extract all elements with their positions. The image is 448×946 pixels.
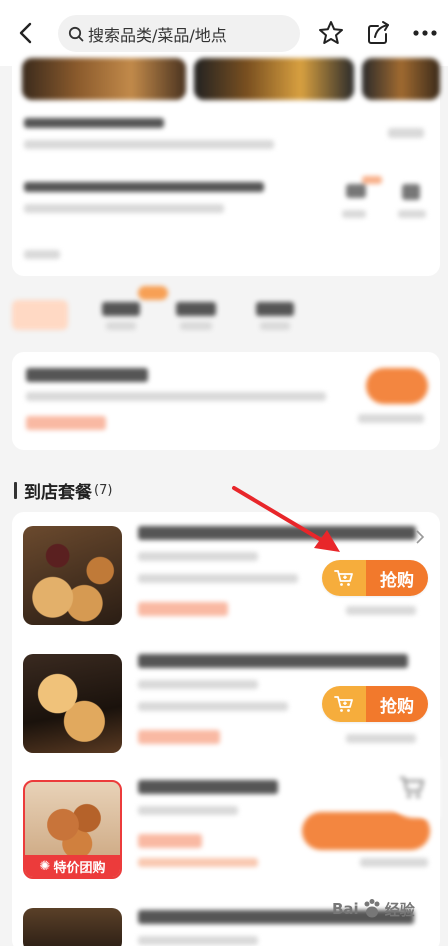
section-count: (7) (94, 483, 113, 498)
search-placeholder: 搜索品类/菜品/地点 (88, 25, 227, 45)
buy-label: 抢购 (366, 560, 428, 596)
store-photo-2[interactable] (194, 58, 354, 100)
watermark-text2: 经验 (384, 900, 415, 919)
top-bar: 搜索品类/菜品/地点 (0, 0, 448, 66)
tab-set-meal[interactable] (102, 302, 140, 316)
watermark-text: Bai (332, 900, 359, 918)
back-icon (19, 22, 32, 44)
share-icon (368, 21, 389, 44)
cart-icon (322, 560, 366, 596)
more-icon (413, 30, 437, 36)
store-photo-3[interactable] (362, 58, 440, 100)
flame-icon: ✺ (39, 858, 51, 874)
back-button[interactable] (12, 18, 40, 48)
tab-reviews[interactable] (256, 302, 294, 316)
buy-button[interactable]: 抢购 (322, 560, 428, 596)
section-bar (14, 482, 17, 499)
buy-label: 抢购 (366, 686, 428, 722)
special-deal-badge: ✺ 特价团购 (25, 855, 120, 877)
section-title: 到店套餐 (24, 483, 92, 503)
star-icon (319, 21, 343, 44)
share-button[interactable] (364, 18, 394, 48)
deal-image[interactable] (23, 908, 122, 946)
paw-icon (364, 899, 380, 918)
tab-coupon[interactable] (12, 300, 68, 330)
deal-image[interactable] (23, 526, 122, 625)
voucher-card (12, 352, 440, 450)
voucher-buy-button[interactable] (366, 368, 428, 404)
floating-cart-button[interactable] (388, 758, 440, 818)
favorite-button[interactable] (316, 18, 346, 48)
deal-list: 抢购 抢购 ✺ 特价团购 (12, 512, 440, 946)
cart-icon (322, 686, 366, 722)
deal-image[interactable]: ✺ 特价团购 (23, 780, 122, 879)
more-button[interactable] (410, 18, 440, 48)
store-photo-1[interactable] (22, 58, 186, 100)
search-icon (68, 26, 84, 41)
search-input[interactable]: 搜索品类/菜品/地点 (58, 15, 300, 52)
chevron-right-icon (416, 530, 425, 544)
section-header: 到店套餐 (7) (14, 478, 112, 503)
tab-dishes[interactable] (176, 302, 216, 316)
buy-button[interactable]: 抢购 (322, 686, 428, 722)
store-info-card (12, 58, 440, 276)
watermark: Bai 经验 (332, 898, 415, 920)
cart-icon (400, 776, 425, 798)
annotation-arrow (232, 486, 340, 552)
deal-image[interactable] (23, 654, 122, 753)
